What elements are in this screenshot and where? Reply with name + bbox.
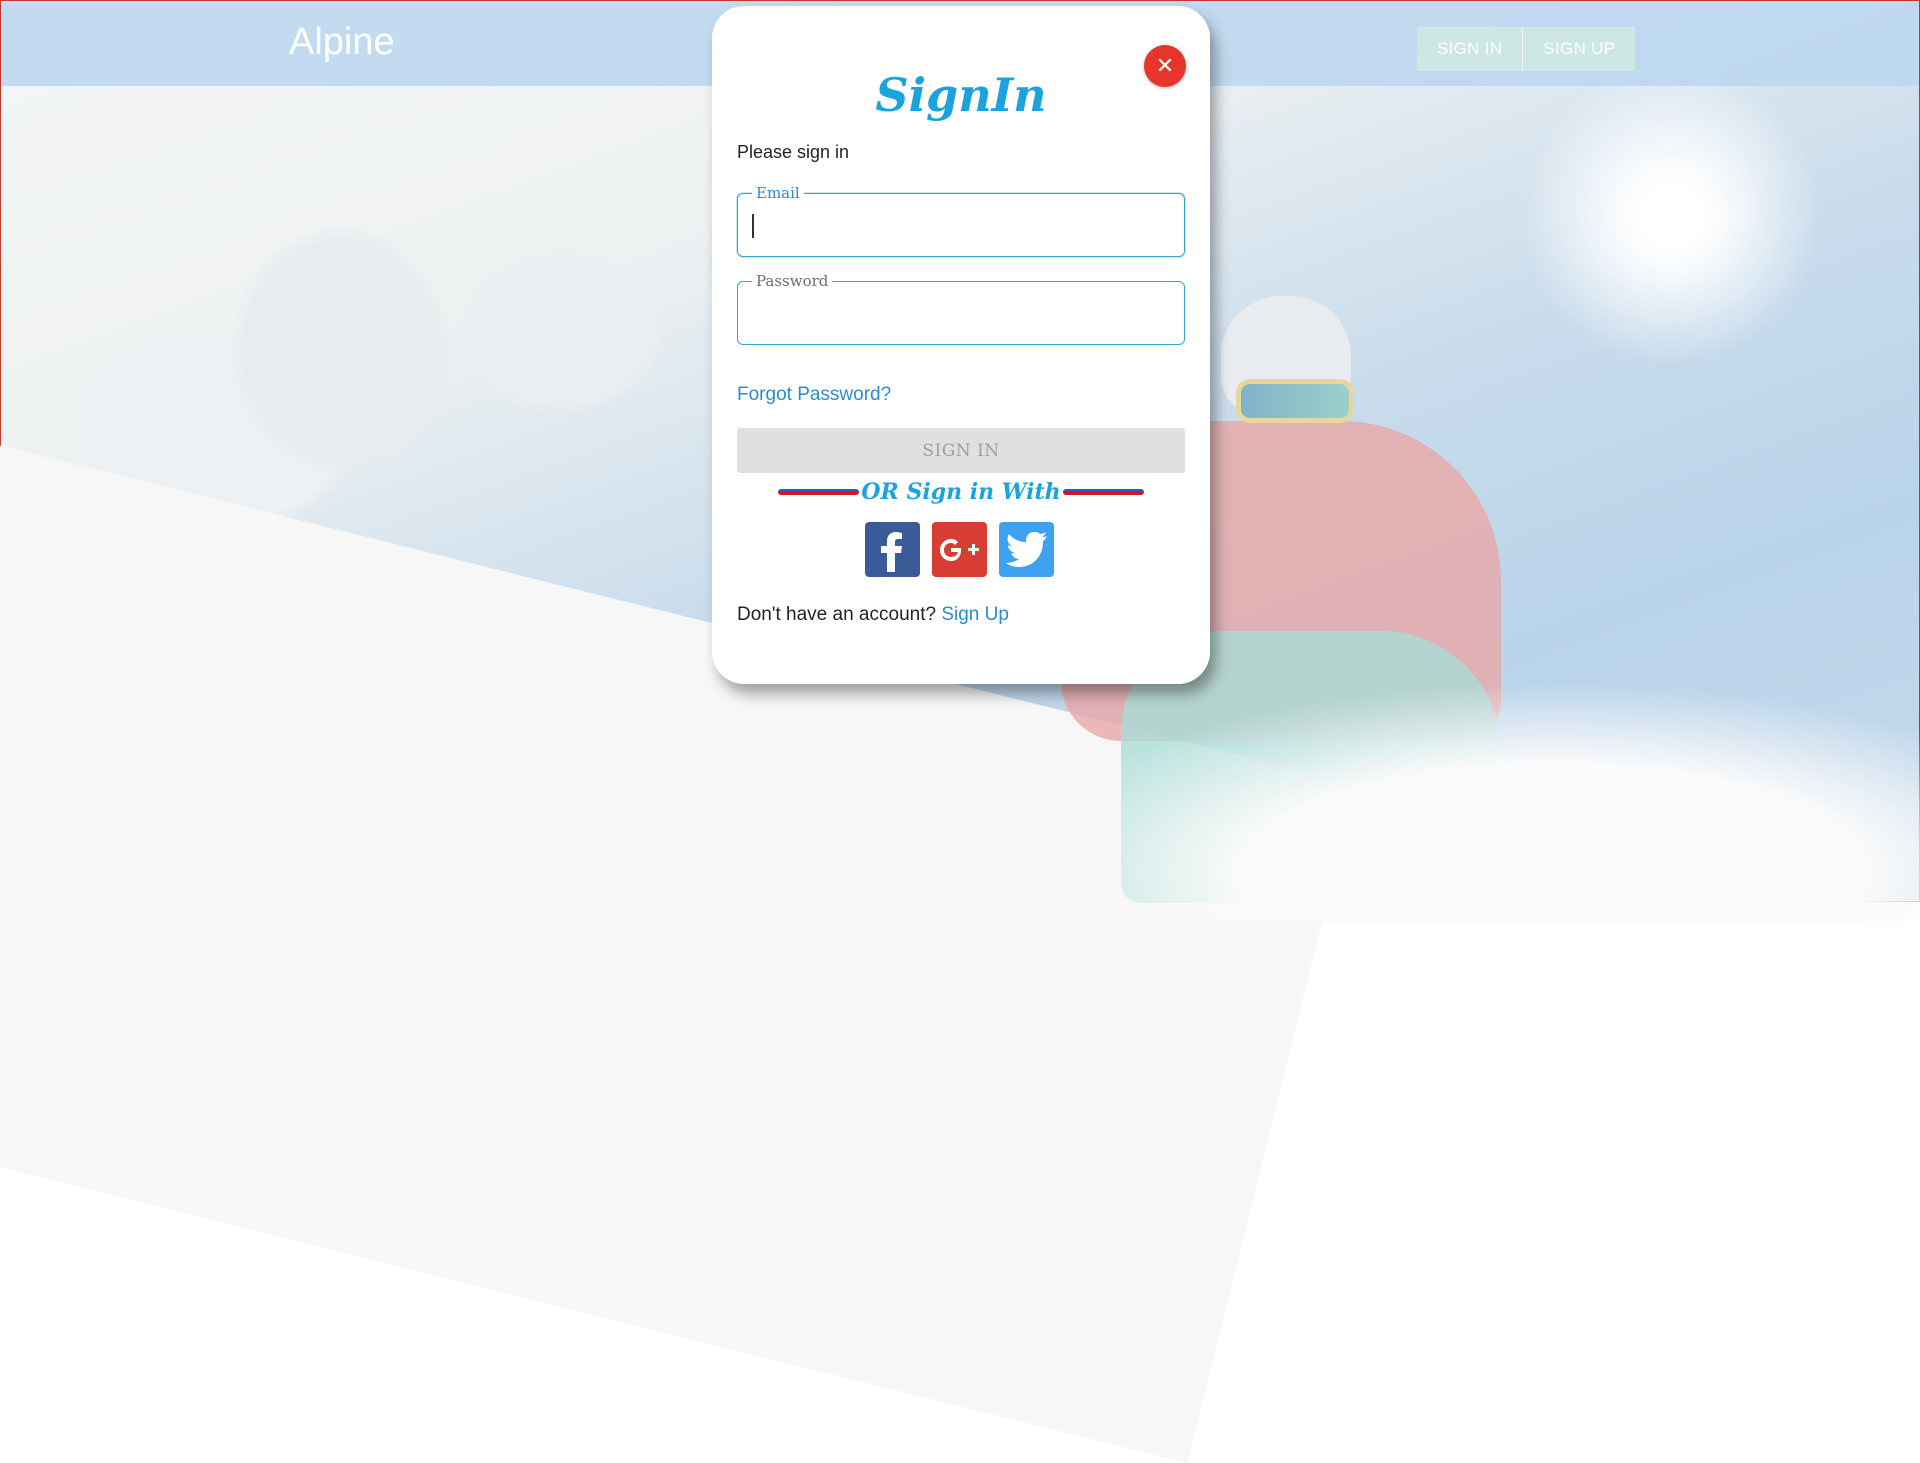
snowy-trees	[41, 151, 661, 531]
sign-in-button[interactable]: SIGN IN	[737, 428, 1185, 473]
google-plus-button[interactable]	[932, 522, 987, 577]
password-field[interactable]: Password	[737, 271, 1185, 345]
nav-sign-up-button[interactable]: SIGN UP	[1522, 27, 1636, 71]
no-account-text: Don't have an account? Sign Up	[737, 604, 1009, 626]
no-account-label: Don't have an account?	[737, 604, 937, 625]
nav-sign-in-button[interactable]: SIGN IN	[1417, 27, 1523, 71]
sign-up-link[interactable]: Sign Up	[941, 604, 1009, 625]
skier-goggles	[1236, 379, 1354, 423]
text-caret	[752, 214, 754, 238]
google-plus-icon	[939, 538, 979, 561]
email-label: Email	[752, 183, 804, 203]
modal-subtitle: Please sign in	[737, 142, 850, 162]
or-divider: OR Sign in With	[778, 474, 1144, 510]
modal-title: SignIn	[875, 68, 1047, 122]
sign-in-modal: ✕ SignIn Please sign in Email Password F…	[712, 6, 1210, 684]
twitter-button[interactable]	[999, 522, 1054, 577]
snow-spray	[1001, 681, 1920, 921]
forgot-password-link[interactable]: Forgot Password?	[737, 384, 891, 406]
divider-line-left	[778, 489, 860, 495]
social-login-buttons	[865, 522, 1054, 577]
email-input[interactable]	[750, 208, 1170, 242]
brand-logo[interactable]: Alpine	[289, 21, 395, 64]
password-label: Password	[752, 271, 833, 291]
nav-buttons: SIGN IN SIGN UP	[1417, 27, 1636, 71]
facebook-icon	[880, 531, 902, 572]
email-field[interactable]: Email	[737, 183, 1185, 257]
divider-text: OR Sign in With	[861, 479, 1061, 505]
twitter-icon	[1005, 531, 1047, 567]
divider-line-right	[1062, 489, 1144, 495]
facebook-button[interactable]	[865, 522, 920, 577]
password-input[interactable]	[750, 296, 1170, 330]
